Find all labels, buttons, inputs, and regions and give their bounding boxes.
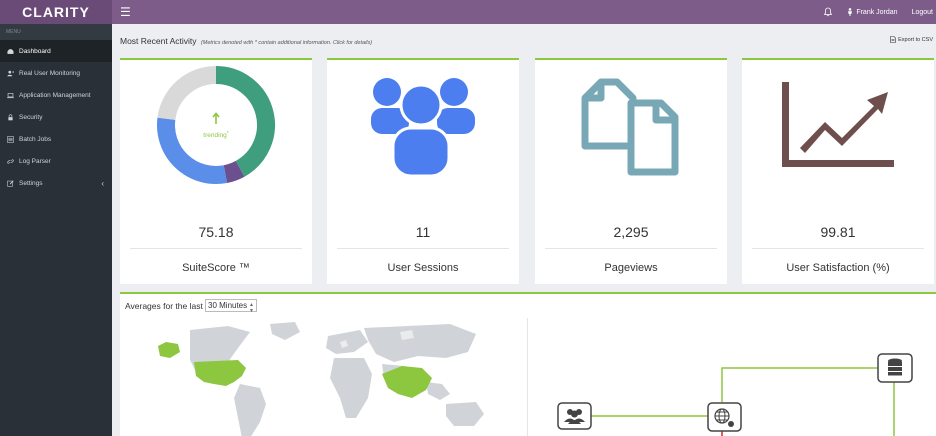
suitescore-label: SuiteScore ™ (182, 262, 250, 274)
file-icon (890, 36, 896, 43)
user-icon (848, 8, 853, 16)
world-map (158, 322, 484, 436)
sidebar-item-settings[interactable]: Settings ‹ (0, 172, 112, 194)
metric-card-user-sessions[interactable]: 11 User Sessions (327, 58, 519, 284)
donut-segment-green (215, 66, 275, 177)
bell-icon[interactable] (823, 7, 833, 17)
brand-logo[interactable]: CLARITY (0, 0, 112, 24)
sidebar-item-security[interactable]: Security (0, 106, 112, 128)
menu-toggle-icon[interactable]: ☰ (120, 5, 131, 19)
user-sessions-value: 11 (415, 224, 431, 240)
sidebar-item-real-user-monitoring[interactable]: Real User Monitoring (0, 62, 112, 84)
user-plus-icon (7, 70, 14, 76)
donut-segment-blue (157, 117, 228, 184)
card-divider (545, 248, 717, 249)
averages-panel: Averages for the last 30 Minutes ▲ ▼ (120, 292, 936, 436)
database-node-icon[interactable] (877, 353, 913, 383)
sidebar-item-dashboard[interactable]: Dashboard (0, 40, 112, 62)
link-icon (7, 158, 14, 164)
logout-link[interactable]: Logout (912, 9, 933, 16)
page-title: Most Recent Activity (Metrics denoted wi… (120, 36, 372, 46)
sidebar-item-label: Application Management (19, 91, 91, 99)
user-satisfaction-value: 99.81 (820, 224, 856, 240)
sidebar-item-label: Security (19, 113, 43, 121)
chevron-left-icon: ‹ (101, 178, 104, 188)
sidebar-item-log-parser[interactable]: Log Parser (0, 150, 112, 172)
pageviews-value: 2,295 (613, 224, 649, 240)
sidebar-item-label: Real User Monitoring (19, 69, 81, 77)
trending-up-arrow-icon (212, 112, 220, 124)
lock-icon (8, 113, 13, 120)
export-csv-button[interactable]: Export to CSV (890, 36, 933, 43)
sidebar-item-label: Batch Jobs (19, 135, 52, 143)
metric-card-suitescore[interactable]: trending* 75.18 SuiteScore ™ (120, 58, 312, 284)
suitescore-value: 75.18 (198, 224, 234, 240)
line-chart-up-icon (782, 82, 894, 167)
users-group-icon (371, 78, 475, 178)
donut-segment-gray (157, 66, 217, 121)
top-right-area: Frank Jordan Logout (823, 0, 936, 24)
metric-card-pageviews[interactable]: 2,295 Pageviews (535, 58, 727, 284)
card-divider (130, 248, 302, 249)
sidebar-item-application-management[interactable]: Application Management (0, 84, 112, 106)
suitescore-donut-chart: trending* (157, 66, 275, 184)
export-csv-label: Export to CSV (898, 36, 933, 43)
laptop-icon (7, 92, 14, 98)
sidebar-item-label: Settings (19, 179, 43, 187)
donut-segments (157, 66, 275, 184)
user-name: Frank Jordan (856, 8, 898, 16)
user-satisfaction-label: User Satisfaction (%) (786, 262, 890, 274)
network-topology-diagram (557, 353, 913, 436)
pageviews-label: Pageviews (604, 262, 658, 274)
averages-label: Averages for the last (125, 301, 203, 311)
documents-icon (581, 78, 679, 176)
sidebar-item-label: Dashboard (19, 47, 51, 55)
users-node-icon[interactable] (557, 402, 592, 430)
trending-label: trending* (203, 131, 229, 139)
edit-icon (7, 180, 14, 187)
top-bar: CLARITY ☰ Frank Jordan Logout (0, 0, 936, 24)
sidebar-item-batch-jobs[interactable]: Batch Jobs (0, 128, 112, 150)
page-title-text: Most Recent Activity (120, 36, 197, 46)
card-divider (337, 248, 509, 249)
sidebar-menu-title: MENU (0, 24, 112, 40)
page-title-note: (Metrics denoted with * contain addition… (200, 40, 373, 46)
user-menu[interactable]: Frank Jordan (847, 8, 898, 16)
time-range-select[interactable]: 30 Minutes ▲ ▼ (205, 299, 257, 314)
time-range-value: 30 Minutes (208, 301, 248, 310)
user-sessions-label: User Sessions (387, 262, 459, 274)
sidebar: MENU Dashboard Real User Monitoring Appl… (0, 24, 112, 436)
sidebar-item-label: Log Parser (19, 157, 51, 165)
web-server-node-icon[interactable] (707, 402, 742, 432)
card-divider (752, 248, 924, 249)
chevron-down-icon: ▲ ▼ (249, 302, 254, 314)
donut-segment-purple (223, 160, 245, 183)
dashboard-icon (7, 48, 14, 54)
list-icon (7, 135, 14, 143)
metric-card-user-satisfaction[interactable]: 99.81 User Satisfaction (%) (742, 58, 934, 284)
